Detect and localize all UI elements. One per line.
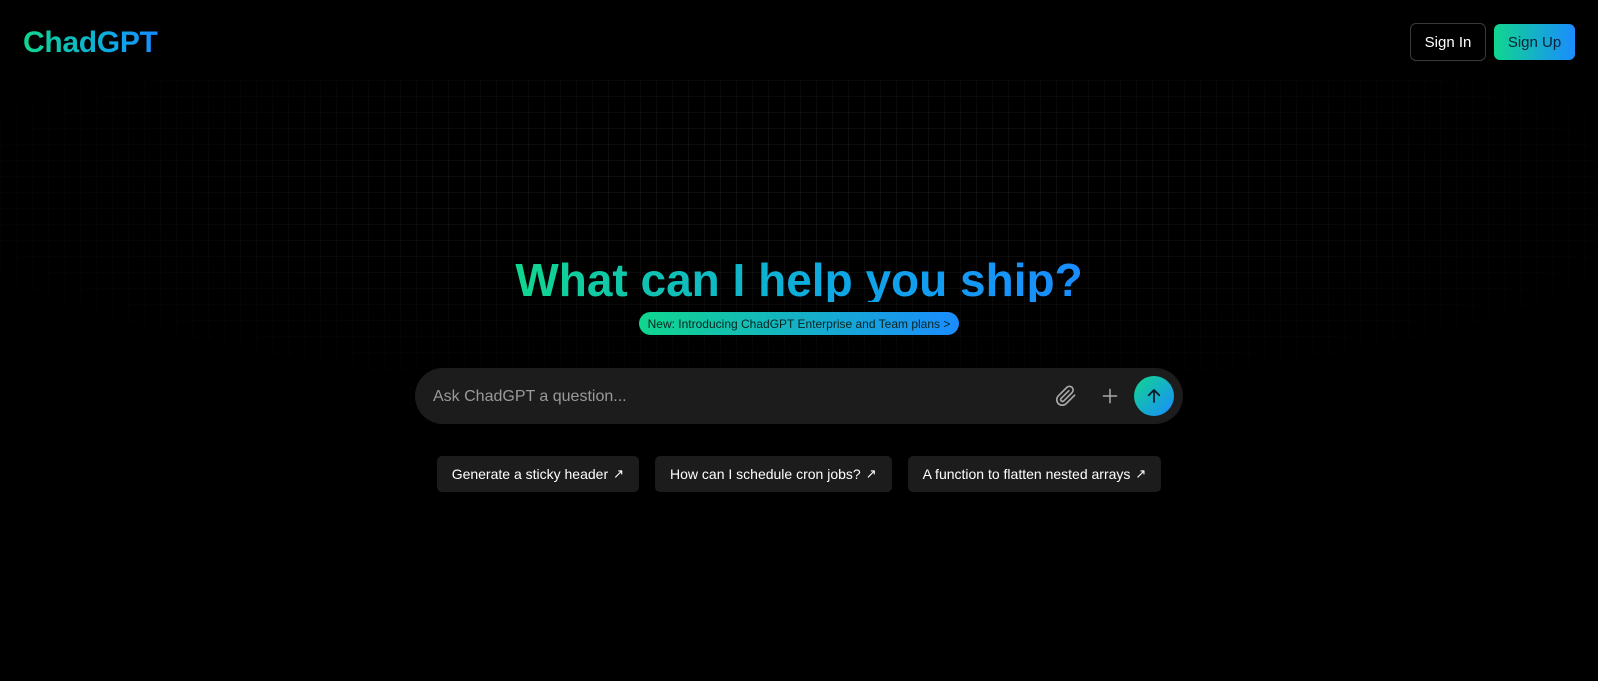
plus-icon	[1102, 388, 1118, 404]
arrow-up-icon	[1147, 389, 1161, 403]
page: ChadGPT Sign In Sign Up What can I help …	[0, 0, 1598, 681]
search-input[interactable]	[431, 382, 1015, 412]
add-button[interactable]	[1096, 382, 1124, 410]
sign-in-button[interactable]: Sign In	[1410, 23, 1486, 61]
top-header: ChadGPT Sign In Sign Up	[0, 0, 1598, 84]
suggestion-chip[interactable]: Generate a sticky header ↗	[436, 456, 640, 492]
arrow-up-right-icon: ↗	[613, 466, 625, 482]
suggestion-label: A function to flatten nested arrays	[922, 466, 1131, 482]
arrow-up-right-icon: ↗	[1135, 466, 1147, 482]
suggestion-chip[interactable]: How can I schedule cron jobs? ↗	[655, 456, 892, 492]
arrow-up-right-icon: ↗	[865, 466, 877, 482]
paperclip-icon	[1055, 385, 1076, 407]
attach-button[interactable]	[1052, 382, 1080, 410]
suggestion-label: Generate a sticky header	[451, 466, 609, 482]
suggestion-label: How can I schedule cron jobs?	[670, 466, 861, 482]
announcement-wrap: New: Introducing ChadGPT Enterprise and …	[0, 312, 1598, 335]
hero-title-wrap: What can I help you ship?	[0, 252, 1598, 302]
announcement-badge[interactable]: New: Introducing ChadGPT Enterprise and …	[638, 312, 960, 335]
suggestion-chip[interactable]: A function to flatten nested arrays ↗	[907, 456, 1162, 492]
logo[interactable]: ChadGPT	[23, 24, 158, 62]
search-bar	[415, 368, 1183, 424]
sign-up-button[interactable]: Sign Up	[1494, 24, 1575, 60]
suggestion-list: Generate a sticky header ↗ How can I sch…	[0, 456, 1598, 492]
hero-title: What can I help you ship?	[515, 254, 1082, 302]
send-button[interactable]	[1134, 376, 1174, 416]
